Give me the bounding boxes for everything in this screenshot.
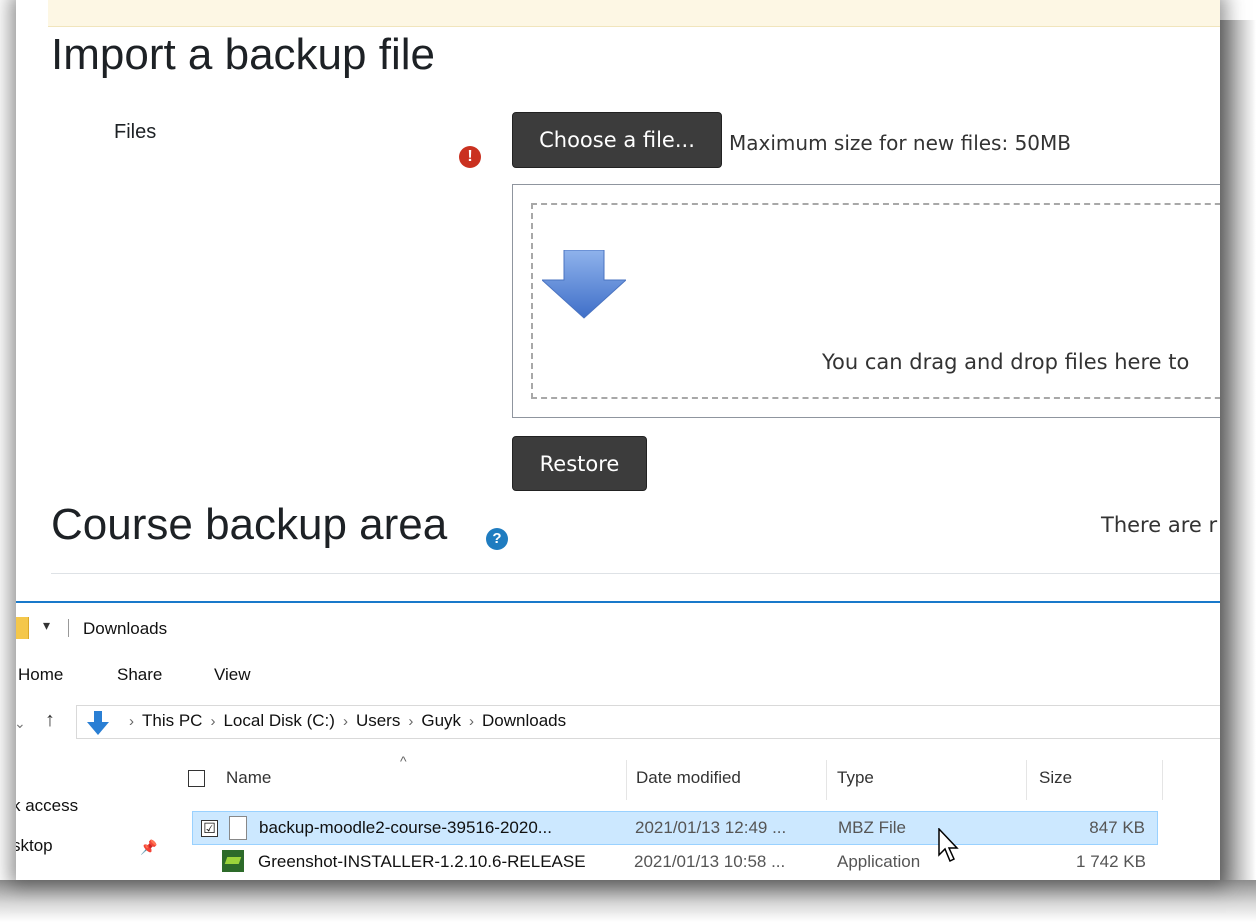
- window-shadow-right: [1220, 20, 1256, 900]
- file-icon: [229, 816, 247, 840]
- divider: [51, 573, 1220, 574]
- tab-share[interactable]: Share: [117, 665, 162, 685]
- column-divider[interactable]: [626, 760, 627, 800]
- downloads-icon: [87, 711, 109, 735]
- required-icon: !: [459, 146, 481, 168]
- column-header-size[interactable]: Size: [1039, 768, 1072, 788]
- breadcrumb-local-disk[interactable]: Local Disk (C:): [223, 711, 334, 730]
- drop-zone-text: You can drag and drop files here to: [822, 350, 1190, 374]
- column-divider[interactable]: [1026, 760, 1027, 800]
- mouse-cursor-icon: [938, 828, 959, 863]
- help-icon[interactable]: ?: [486, 528, 508, 550]
- address-bar[interactable]: › This PC › Local Disk (C:) › Users › Guyk › Down…: [76, 705, 1220, 739]
- files-label: Files: [114, 121, 157, 143]
- recent-locations-icon[interactable]: ⌄: [16, 715, 26, 732]
- breadcrumb-separator: ›: [342, 713, 348, 730]
- file-row-greenshot[interactable]: Greenshot-INSTALLER-1.2.10.6-RELEASE 202…: [192, 846, 1158, 880]
- tab-view[interactable]: View: [214, 665, 251, 685]
- choose-file-button[interactable]: Choose a file...: [512, 112, 722, 168]
- restore-button[interactable]: Restore: [512, 436, 647, 491]
- row-checkbox[interactable]: ☑: [201, 820, 218, 837]
- file-size: 1 742 KB: [1076, 852, 1146, 871]
- file-name: Greenshot-INSTALLER-1.2.10.6-RELEASE: [258, 852, 586, 871]
- sidebar-item-quick-access[interactable]: k access: [16, 796, 78, 816]
- file-type: MBZ File: [838, 818, 906, 837]
- file-name: backup-moodle2-course-39516-2020...: [259, 818, 552, 837]
- file-row-backup[interactable]: ☑ backup-moodle2-course-39516-2020... 20…: [192, 811, 1158, 845]
- titlebar-separator: [68, 619, 69, 637]
- notice-strip: [48, 0, 1220, 27]
- breadcrumb-separator: ›: [408, 713, 414, 730]
- file-type: Application: [837, 852, 921, 871]
- screenshot-frame: Import a backup file Files ! Choose a fi…: [16, 0, 1220, 880]
- breadcrumb-separator: ›: [129, 713, 134, 730]
- window-title: Downloads: [83, 619, 168, 638]
- up-arrow-icon[interactable]: ↑: [45, 709, 55, 732]
- column-header-name[interactable]: Name: [226, 768, 271, 788]
- breadcrumb-users[interactable]: Users: [356, 711, 400, 730]
- drop-arrow-icon: [542, 250, 626, 319]
- moodle-restore-page: Import a backup file Files ! Choose a fi…: [16, 0, 1220, 602]
- file-date: 2021/01/13 12:49 ...: [635, 818, 787, 837]
- column-header-date-modified[interactable]: Date modified: [636, 768, 741, 788]
- breadcrumb-guyk[interactable]: Guyk: [421, 711, 461, 730]
- breadcrumb-separator: ›: [210, 713, 216, 730]
- select-all-checkbox[interactable]: [188, 770, 205, 787]
- quick-access-toolbar-dropdown[interactable]: ▾: [43, 617, 50, 634]
- sidebar-item-desktop[interactable]: sktop: [16, 836, 53, 856]
- backup-info-text: There are r: [1101, 513, 1218, 537]
- pin-icon: 📌: [140, 839, 158, 855]
- file-explorer-window: ▾ Downloads Home Share View ⌄ ↑ › This PC…: [16, 601, 1220, 880]
- column-divider[interactable]: [826, 760, 827, 800]
- breadcrumb-this-pc[interactable]: This PC: [142, 711, 202, 730]
- folder-icon: [16, 617, 29, 639]
- max-size-text: Maximum size for new files: 50MB: [729, 131, 1071, 155]
- file-date: 2021/01/13 10:58 ...: [634, 852, 786, 871]
- breadcrumb: › This PC › Local Disk (C:) › Users › Guyk › Down…: [121, 711, 566, 731]
- column-divider[interactable]: [1162, 760, 1163, 800]
- page-title: Import a backup file: [51, 30, 435, 79]
- breadcrumb-downloads[interactable]: Downloads: [482, 711, 566, 730]
- column-header-type[interactable]: Type: [837, 768, 874, 788]
- window-shadow-bottom: [0, 880, 1256, 922]
- sort-caret-icon: ^: [400, 753, 407, 769]
- greenshot-app-icon: [222, 850, 244, 872]
- breadcrumb-separator: ›: [469, 713, 475, 730]
- course-backup-area-title: Course backup area: [51, 500, 448, 549]
- file-size: 847 KB: [1089, 818, 1145, 837]
- tab-home[interactable]: Home: [18, 665, 63, 685]
